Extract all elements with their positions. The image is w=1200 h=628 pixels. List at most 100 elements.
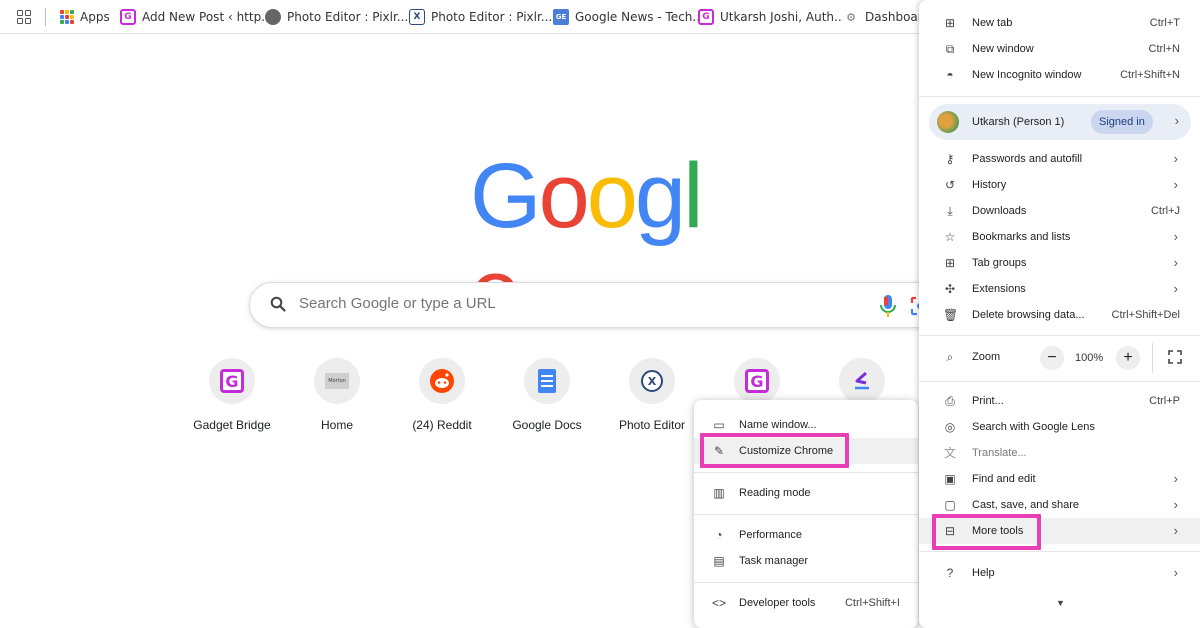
shortcut-tile: X: [629, 358, 675, 404]
menu-item-bookmarks[interactable]: ☆ Bookmarks and lists ›: [919, 224, 1200, 250]
menu-item-label: Extensions: [972, 283, 1026, 295]
menu-divider: [919, 551, 1200, 552]
menu-item-new-tab[interactable]: ⊞ New tab Ctrl+T: [919, 10, 1200, 36]
menu-item-extensions[interactable]: ✣ Extensions ›: [919, 276, 1200, 302]
bookmark-apps[interactable]: Apps: [60, 8, 110, 26]
menu-item-label: Delete browsing data...: [972, 309, 1085, 321]
translate-icon: 文: [943, 446, 956, 460]
apps-grid-icon: [60, 10, 74, 24]
shortcut-label: (24) Reddit: [412, 418, 472, 432]
home-site-icon: Morton: [325, 373, 349, 389]
bookmark-photo-editor-1[interactable]: Photo Editor : Pixlr...: [265, 8, 408, 26]
chevron-right-icon: ›: [1173, 471, 1178, 486]
gadget-bridge-icon: G: [220, 369, 244, 393]
bookmark-label: Add New Post ‹ http...: [142, 10, 273, 24]
printer-icon: ⎙: [945, 394, 955, 408]
menu-item-new-window[interactable]: ⧉ New window Ctrl+N: [919, 36, 1200, 62]
logo-letter: o: [586, 145, 638, 247]
bookmark-photo-editor-2[interactable]: X Photo Editor : Pixlr...: [409, 8, 552, 26]
zoom-in-button[interactable]: +: [1116, 346, 1140, 370]
shortcut-tile: [839, 358, 885, 404]
incognito-icon: ◓: [946, 68, 954, 82]
chevron-right-icon: ›: [1173, 151, 1178, 166]
bookmark-label: Photo Editor : Pixlr...: [431, 10, 553, 24]
menu-item-label: Reading mode: [739, 487, 811, 499]
menu-item-label: Search with Google Lens: [972, 421, 1095, 433]
star-icon: ☆: [944, 230, 956, 244]
highlight-more-tools: [932, 514, 1041, 550]
bookmark-utkarsh-joshi[interactable]: G Utkarsh Joshi, Auth...: [698, 8, 845, 26]
purple-arrow-icon: [855, 371, 869, 390]
menu-divider: [919, 96, 1200, 97]
key-icon: ⚷: [945, 152, 955, 166]
cast-icon: ▢: [944, 498, 956, 512]
puzzle-icon: ✣: [944, 282, 956, 296]
shortcut-photo-editor[interactable]: X Photo Editor: [602, 358, 702, 442]
shortcut-tile: Morton: [314, 358, 360, 404]
google-docs-icon: [538, 369, 556, 393]
chevron-right-icon: ›: [1173, 523, 1178, 538]
menu-item-new-incognito[interactable]: ◓ New Incognito window Ctrl+Shift+N: [919, 62, 1200, 88]
chevron-right-icon: ›: [1173, 255, 1178, 270]
chevron-right-icon: ›: [1173, 281, 1178, 296]
menu-item-reading-mode[interactable]: ▥ Reading mode: [694, 480, 918, 506]
shortcut-google-docs[interactable]: Google Docs: [497, 358, 597, 442]
zoom-out-button[interactable]: −: [1040, 346, 1064, 370]
bookmark-add-new-post[interactable]: G Add New Post ‹ http...: [120, 8, 273, 26]
search-input[interactable]: [299, 295, 859, 312]
trash-icon: 🗑: [943, 308, 959, 322]
menu-item-google-lens[interactable]: ◎ Search with Google Lens: [919, 414, 1200, 440]
gadget-bridge-icon: G: [745, 369, 769, 393]
menu-item-translate[interactable]: 文 Translate...: [919, 440, 1200, 466]
menu-item-label: New Incognito window: [972, 69, 1082, 81]
bookmark-google-news[interactable]: GE Google News - Tech...: [553, 8, 704, 26]
find-icon: ▣: [944, 472, 956, 486]
menu-item-delete-browsing-data[interactable]: 🗑 Delete browsing data... Ctrl+Shift+Del: [919, 302, 1200, 328]
search-box[interactable]: [249, 282, 949, 328]
menu-item-help[interactable]: ? Help ›: [919, 560, 1200, 586]
menu-item-label: Help: [972, 567, 995, 579]
menu-item-shortcut: Ctrl+P: [1149, 395, 1180, 407]
menu-item-performance[interactable]: ◔ Performance: [694, 522, 918, 548]
bookmarks-divider: [45, 8, 46, 26]
scroll-down-icon[interactable]: ▼: [1056, 598, 1065, 608]
gadget-bridge-icon: G: [698, 9, 714, 25]
lens-icon: ◎: [944, 420, 956, 434]
tab-groups-icon: ⊞: [944, 256, 956, 270]
shortcut-gadget-bridge[interactable]: G Gadget Bridge: [182, 358, 282, 442]
menu-item-label: Find and edit: [972, 473, 1036, 485]
shortcut-tile: [419, 358, 465, 404]
menu-divider: [694, 582, 918, 583]
menu-item-shortcut: Ctrl+J: [1150, 205, 1180, 217]
avatar: [937, 111, 959, 133]
menu-item-downloads[interactable]: ⤓ Downloads Ctrl+J: [919, 198, 1200, 224]
chevron-right-icon: ›: [1173, 229, 1178, 244]
menu-item-history[interactable]: ↺ History ›: [919, 172, 1200, 198]
menu-item-label: Performance: [739, 529, 802, 541]
menu-item-find-and-edit[interactable]: ▣ Find and edit ›: [919, 466, 1200, 492]
microphone-icon[interactable]: [879, 294, 897, 318]
menu-item-developer-tools[interactable]: <> Developer tools Ctrl+Shift+I: [694, 590, 918, 616]
menu-divider: [694, 514, 918, 515]
menu-divider: [694, 472, 918, 473]
fullscreen-icon[interactable]: [1168, 350, 1182, 364]
profile-row[interactable]: Utkarsh (Person 1) Signed in ›: [929, 104, 1191, 140]
menu-item-print[interactable]: ⎙ Print... Ctrl+P: [919, 388, 1200, 414]
menu-item-shortcut: Ctrl+T: [1149, 17, 1180, 29]
menu-item-passwords[interactable]: ⚷ Passwords and autofill ›: [919, 146, 1200, 172]
shortcut-label: Home: [320, 418, 353, 432]
zoom-icon: ⌕: [946, 350, 954, 364]
shortcut-reddit[interactable]: (24) Reddit: [392, 358, 492, 442]
shortcut-home[interactable]: Morton Home: [287, 358, 387, 442]
menu-item-label: Downloads: [972, 205, 1027, 217]
menu-item-label: Passwords and autofill: [972, 153, 1083, 165]
chevron-right-icon: ›: [1173, 177, 1178, 192]
profile-name: Utkarsh (Person 1): [972, 116, 1065, 128]
menu-item-tab-groups[interactable]: ⊞ Tab groups ›: [919, 250, 1200, 276]
menu-item-label: New tab: [972, 17, 1013, 29]
menu-item-label: Cast, save, and share: [972, 499, 1080, 511]
menu-item-task-manager[interactable]: ▤ Task manager: [694, 548, 918, 574]
bookmark-dashboard[interactable]: ⚙ Dashboard: [843, 8, 930, 26]
tab-search-grid-icon[interactable]: [17, 10, 31, 24]
window-icon: ▭: [713, 418, 725, 432]
